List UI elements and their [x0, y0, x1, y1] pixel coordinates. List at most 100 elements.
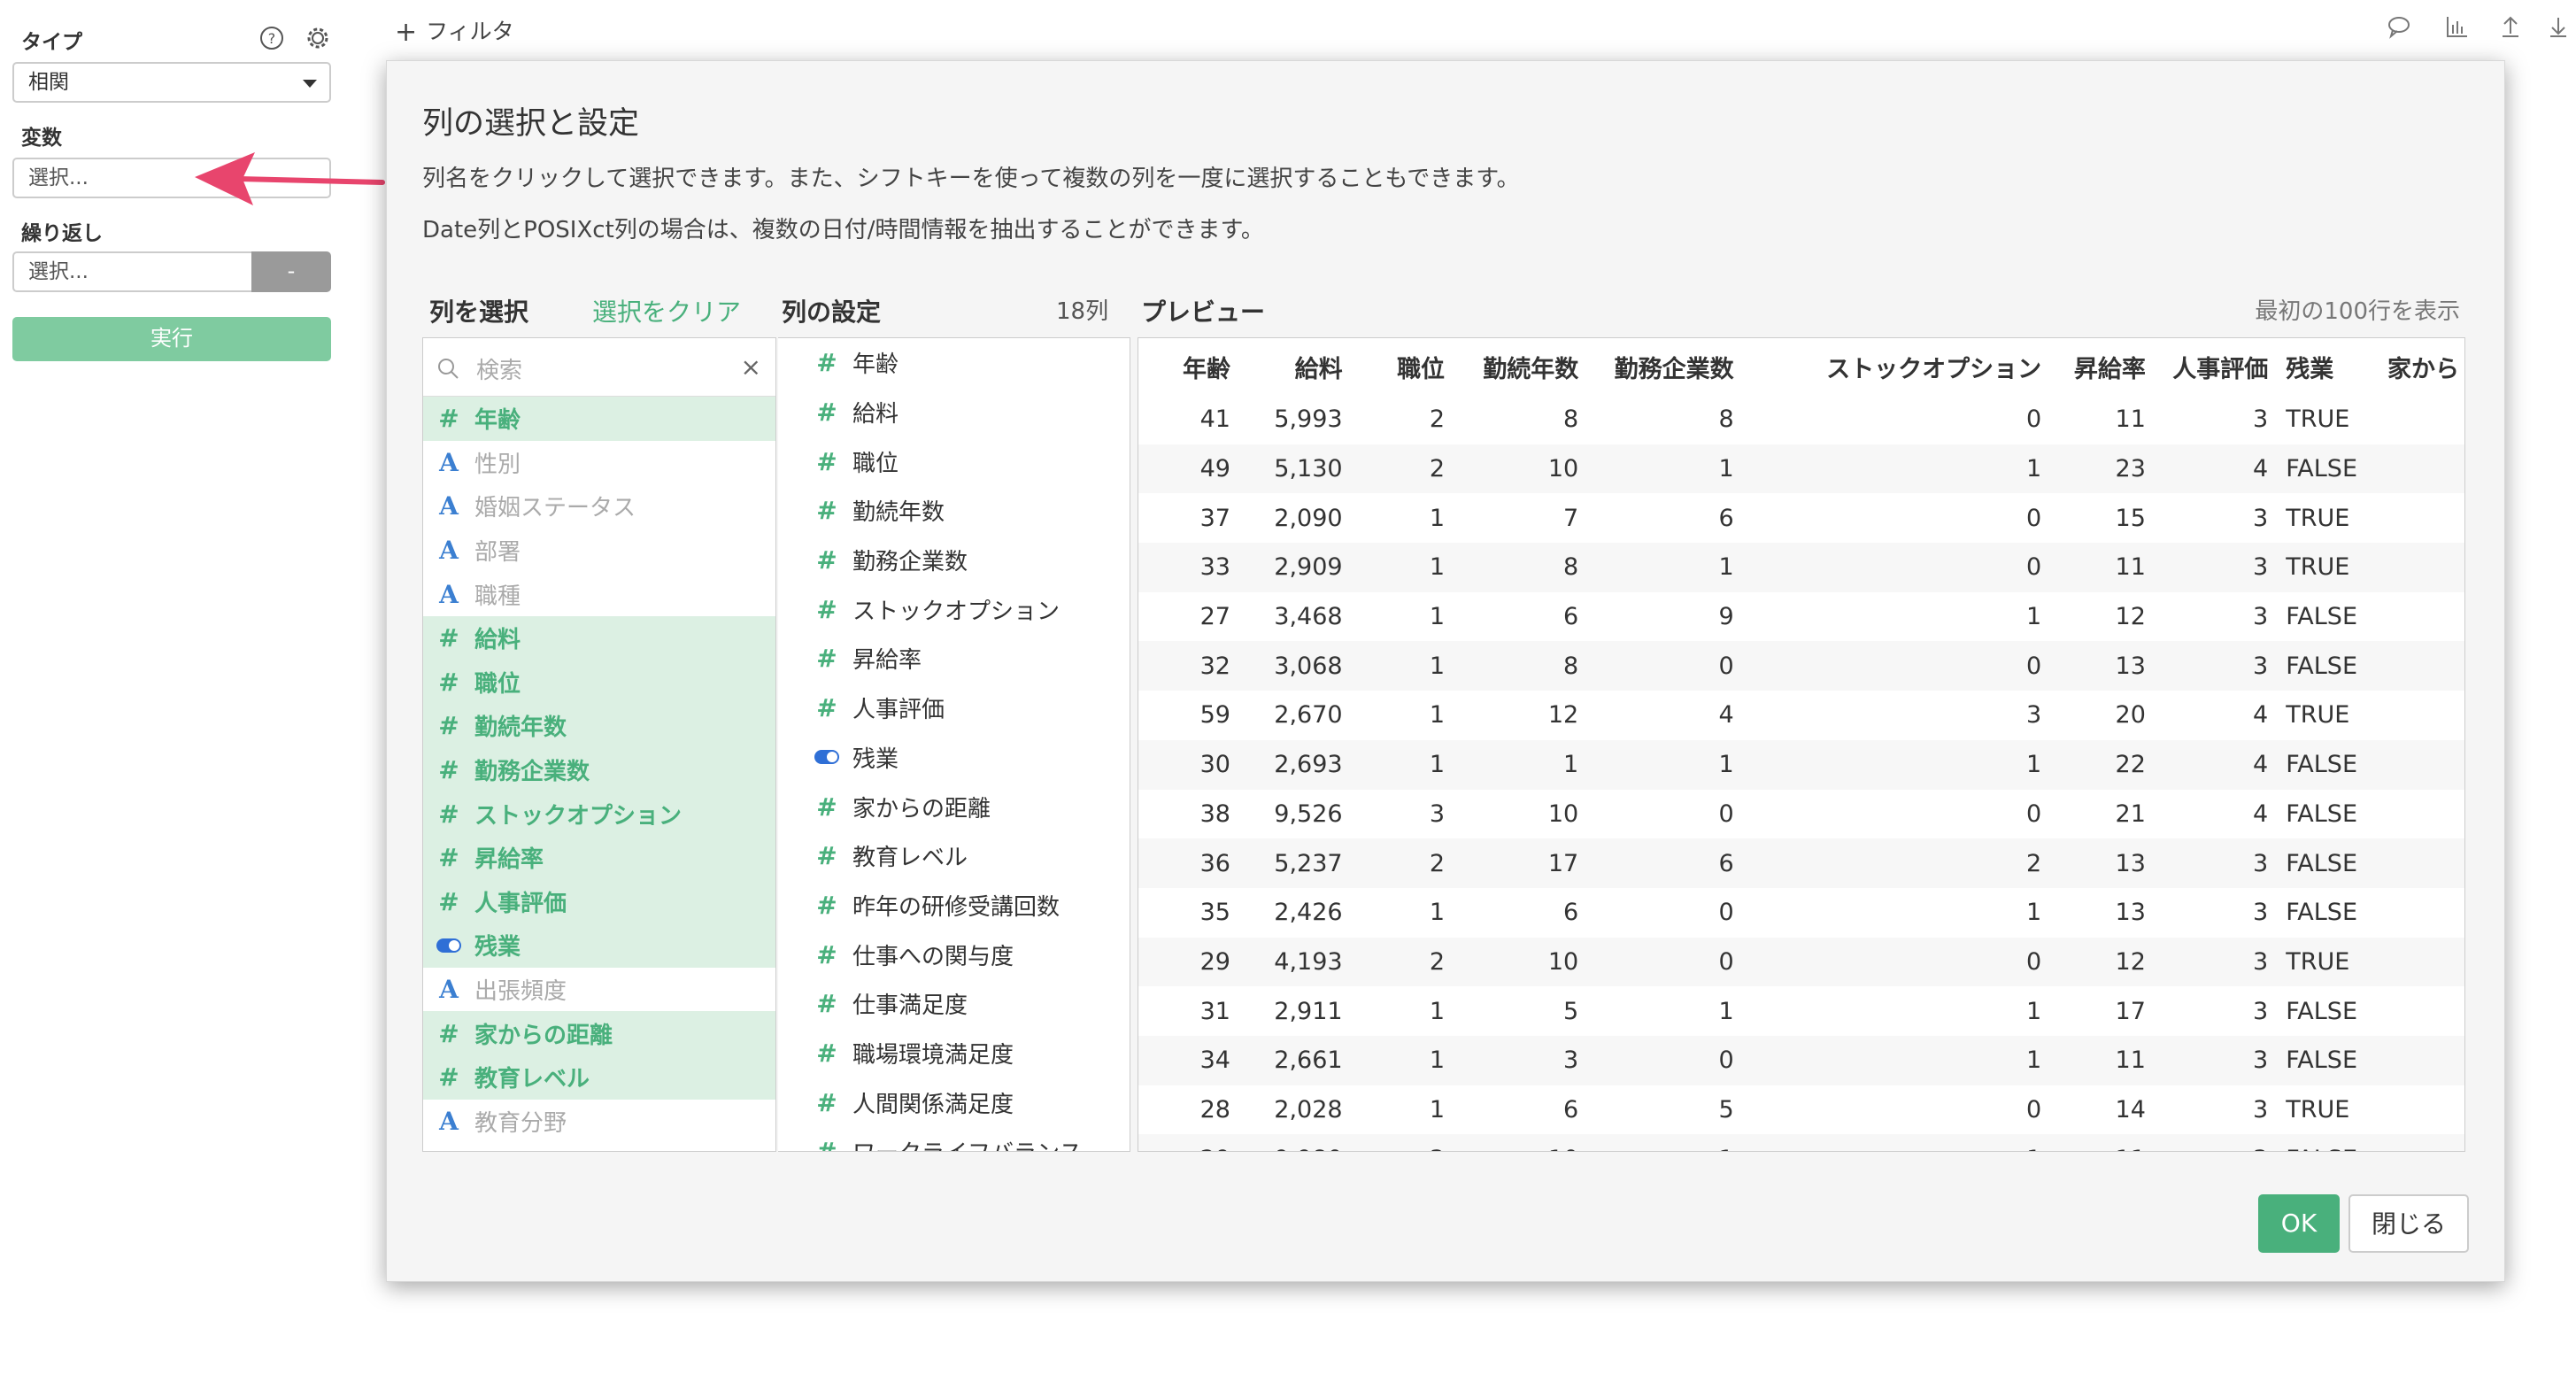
setting-item[interactable]: # 教育レベル: [778, 831, 1130, 881]
setting-item[interactable]: # 昨年の研修受講回数: [778, 881, 1130, 931]
download-icon[interactable]: [2546, 14, 2571, 39]
column-item[interactable]: # 家からの距離: [423, 1011, 775, 1055]
column-item[interactable]: A 職種: [423, 572, 775, 616]
column-item[interactable]: # 年齢: [423, 397, 775, 441]
table-cell: 5: [1718, 1095, 1734, 1124]
table-cell: 11: [2047, 1134, 2151, 1151]
clear-selection-link[interactable]: 選択をクリア: [592, 293, 741, 328]
table-cell: 1: [1429, 899, 1446, 927]
ok-button[interactable]: OK: [2258, 1194, 2340, 1253]
table-cell: FALSE: [2273, 1035, 2375, 1085]
table-cell: 2,028: [1274, 1095, 1343, 1124]
numeric-type-icon: #: [816, 693, 837, 723]
column-item[interactable]: A 部署: [423, 528, 775, 573]
table-cell: 2: [1739, 838, 2048, 888]
preview-column-header: ストックオプション: [1826, 355, 2042, 383]
repeat-remove-button[interactable]: -: [251, 251, 331, 292]
upload-icon[interactable]: [2498, 14, 2523, 39]
table-cell: 30: [1138, 739, 1236, 790]
table-cell: 10: [1450, 1134, 1585, 1151]
column-item[interactable]: A 教育分野: [423, 1099, 775, 1144]
column-item[interactable]: A 婚姻ステータス: [423, 484, 775, 529]
table-row: 30 2,693 1 1 1 1 22 4 FALSE: [1138, 739, 2464, 790]
column-item[interactable]: # 勤務企業数: [423, 747, 775, 792]
table-cell: 2: [1347, 444, 1451, 494]
table-cell: 8: [1450, 543, 1585, 592]
setting-item[interactable]: # 家からの距離: [778, 782, 1130, 831]
table-cell: 34: [1138, 1035, 1236, 1085]
table-cell: FALSE: [2286, 899, 2357, 927]
filter-label: フィルタ: [426, 19, 514, 44]
close-button[interactable]: 閉じる: [2348, 1194, 2469, 1253]
table-cell: [2374, 1035, 2464, 1085]
table-cell: 15: [2115, 504, 2146, 532]
run-button[interactable]: 実行: [12, 317, 331, 361]
setting-item[interactable]: # ストックオプション: [778, 584, 1130, 634]
column-item-label: 昇給率: [474, 846, 544, 874]
setting-item[interactable]: 残業: [778, 733, 1130, 783]
numeric-type-icon: #: [816, 446, 837, 476]
chart-icon[interactable]: [2445, 14, 2470, 39]
preview-column-header: 勤務企業数: [1614, 355, 1734, 383]
column-settings-dialog: 列の選択と設定 列名をクリックして選択できます。また、シフトキーを使って複数の列…: [386, 60, 2505, 1282]
column-item-label: 人事評価: [474, 890, 567, 917]
setting-item[interactable]: # 職場環境満足度: [778, 1029, 1130, 1078]
numeric-type-icon: #: [816, 841, 837, 871]
table-cell: 1: [2025, 997, 2042, 1025]
close-icon[interactable]: ×: [741, 352, 761, 382]
setting-item[interactable]: # 勤務企業数: [778, 536, 1130, 585]
table-cell: 13: [2047, 641, 2151, 691]
column-item-label: ストックオプション: [474, 802, 683, 830]
filter-button[interactable]: + フィルタ: [395, 14, 514, 48]
type-select[interactable]: 相関: [12, 62, 331, 103]
table-cell: FALSE: [2286, 799, 2357, 828]
comment-icon[interactable]: [2387, 14, 2411, 39]
select-columns-header: 列を選択: [429, 297, 529, 327]
table-cell: 2,670: [1274, 701, 1343, 730]
setting-item-label: 教育レベル: [852, 845, 968, 872]
table-cell: 2: [1347, 937, 1451, 987]
setting-item[interactable]: # 年齢: [778, 338, 1130, 388]
table-cell: 8: [1450, 641, 1585, 691]
table-cell: 2,693: [1235, 739, 1348, 790]
help-icon[interactable]: ?: [258, 25, 285, 51]
repeat-select[interactable]: 選択...: [12, 251, 251, 292]
column-item[interactable]: # 教育レベル: [423, 1054, 775, 1100]
table-cell: 3: [2253, 997, 2269, 1025]
setting-item[interactable]: # 仕事への関与度: [778, 930, 1130, 979]
column-item[interactable]: # 給料: [423, 615, 775, 660]
column-item[interactable]: # ストックオプション: [423, 792, 775, 836]
table-cell: 1: [1429, 701, 1446, 730]
table-row: 37 2,090 1 7 6 0 15 3 TRUE: [1138, 493, 2464, 543]
column-item[interactable]: A 性別: [423, 440, 775, 485]
setting-item[interactable]: # 昇給率: [778, 634, 1130, 683]
column-item[interactable]: # 昇給率: [423, 835, 775, 880]
table-cell: 21: [2115, 799, 2146, 828]
column-item[interactable]: 残業: [423, 923, 775, 968]
settings-items: # 年齢 # 給料 # 職位 # 勤続年数 # 勤務企業数 # ストックオプション # 昇給率 # 人事評価残…: [778, 338, 1130, 1151]
setting-item[interactable]: # 人間関係満足度: [778, 1077, 1130, 1127]
table-row: 32 3,068 1 8 0 0 13 3 FALSE: [1138, 641, 2464, 691]
table-cell: 32: [1138, 641, 1236, 691]
column-item[interactable]: # 勤続年数: [423, 704, 775, 748]
setting-item[interactable]: # 勤続年数: [778, 486, 1130, 536]
setting-item[interactable]: # 給料: [778, 388, 1130, 437]
column-item[interactable]: A 出張頻度: [423, 967, 775, 1012]
table-cell: 9,980: [1235, 1134, 1348, 1151]
numeric-type-icon: #: [816, 398, 837, 428]
setting-item-label: 残業: [852, 745, 899, 773]
preview-body: 41 5,993 2 8 8 0 11 3 TRUE 49 5,130 2 10 1 1 23 4 FALSE 37…: [1138, 395, 2464, 1151]
logical-toggle-icon: [436, 938, 462, 953]
column-item-label: 残業: [474, 934, 521, 961]
column-item[interactable]: # 人事評価: [423, 879, 775, 924]
setting-item[interactable]: # 仕事満足度: [778, 979, 1130, 1029]
table-cell: 11: [2115, 405, 2146, 434]
gear-icon[interactable]: [305, 25, 331, 51]
table-cell: 31: [1199, 997, 1230, 1025]
setting-item[interactable]: # 人事評価: [778, 683, 1130, 733]
search-input[interactable]: 検索 ×: [423, 338, 775, 397]
setting-item[interactable]: # 職位: [778, 436, 1130, 486]
setting-item[interactable]: # ワークライフバランス: [778, 1127, 1130, 1151]
column-item[interactable]: # 職位: [423, 660, 775, 705]
table-cell: [2374, 641, 2464, 691]
